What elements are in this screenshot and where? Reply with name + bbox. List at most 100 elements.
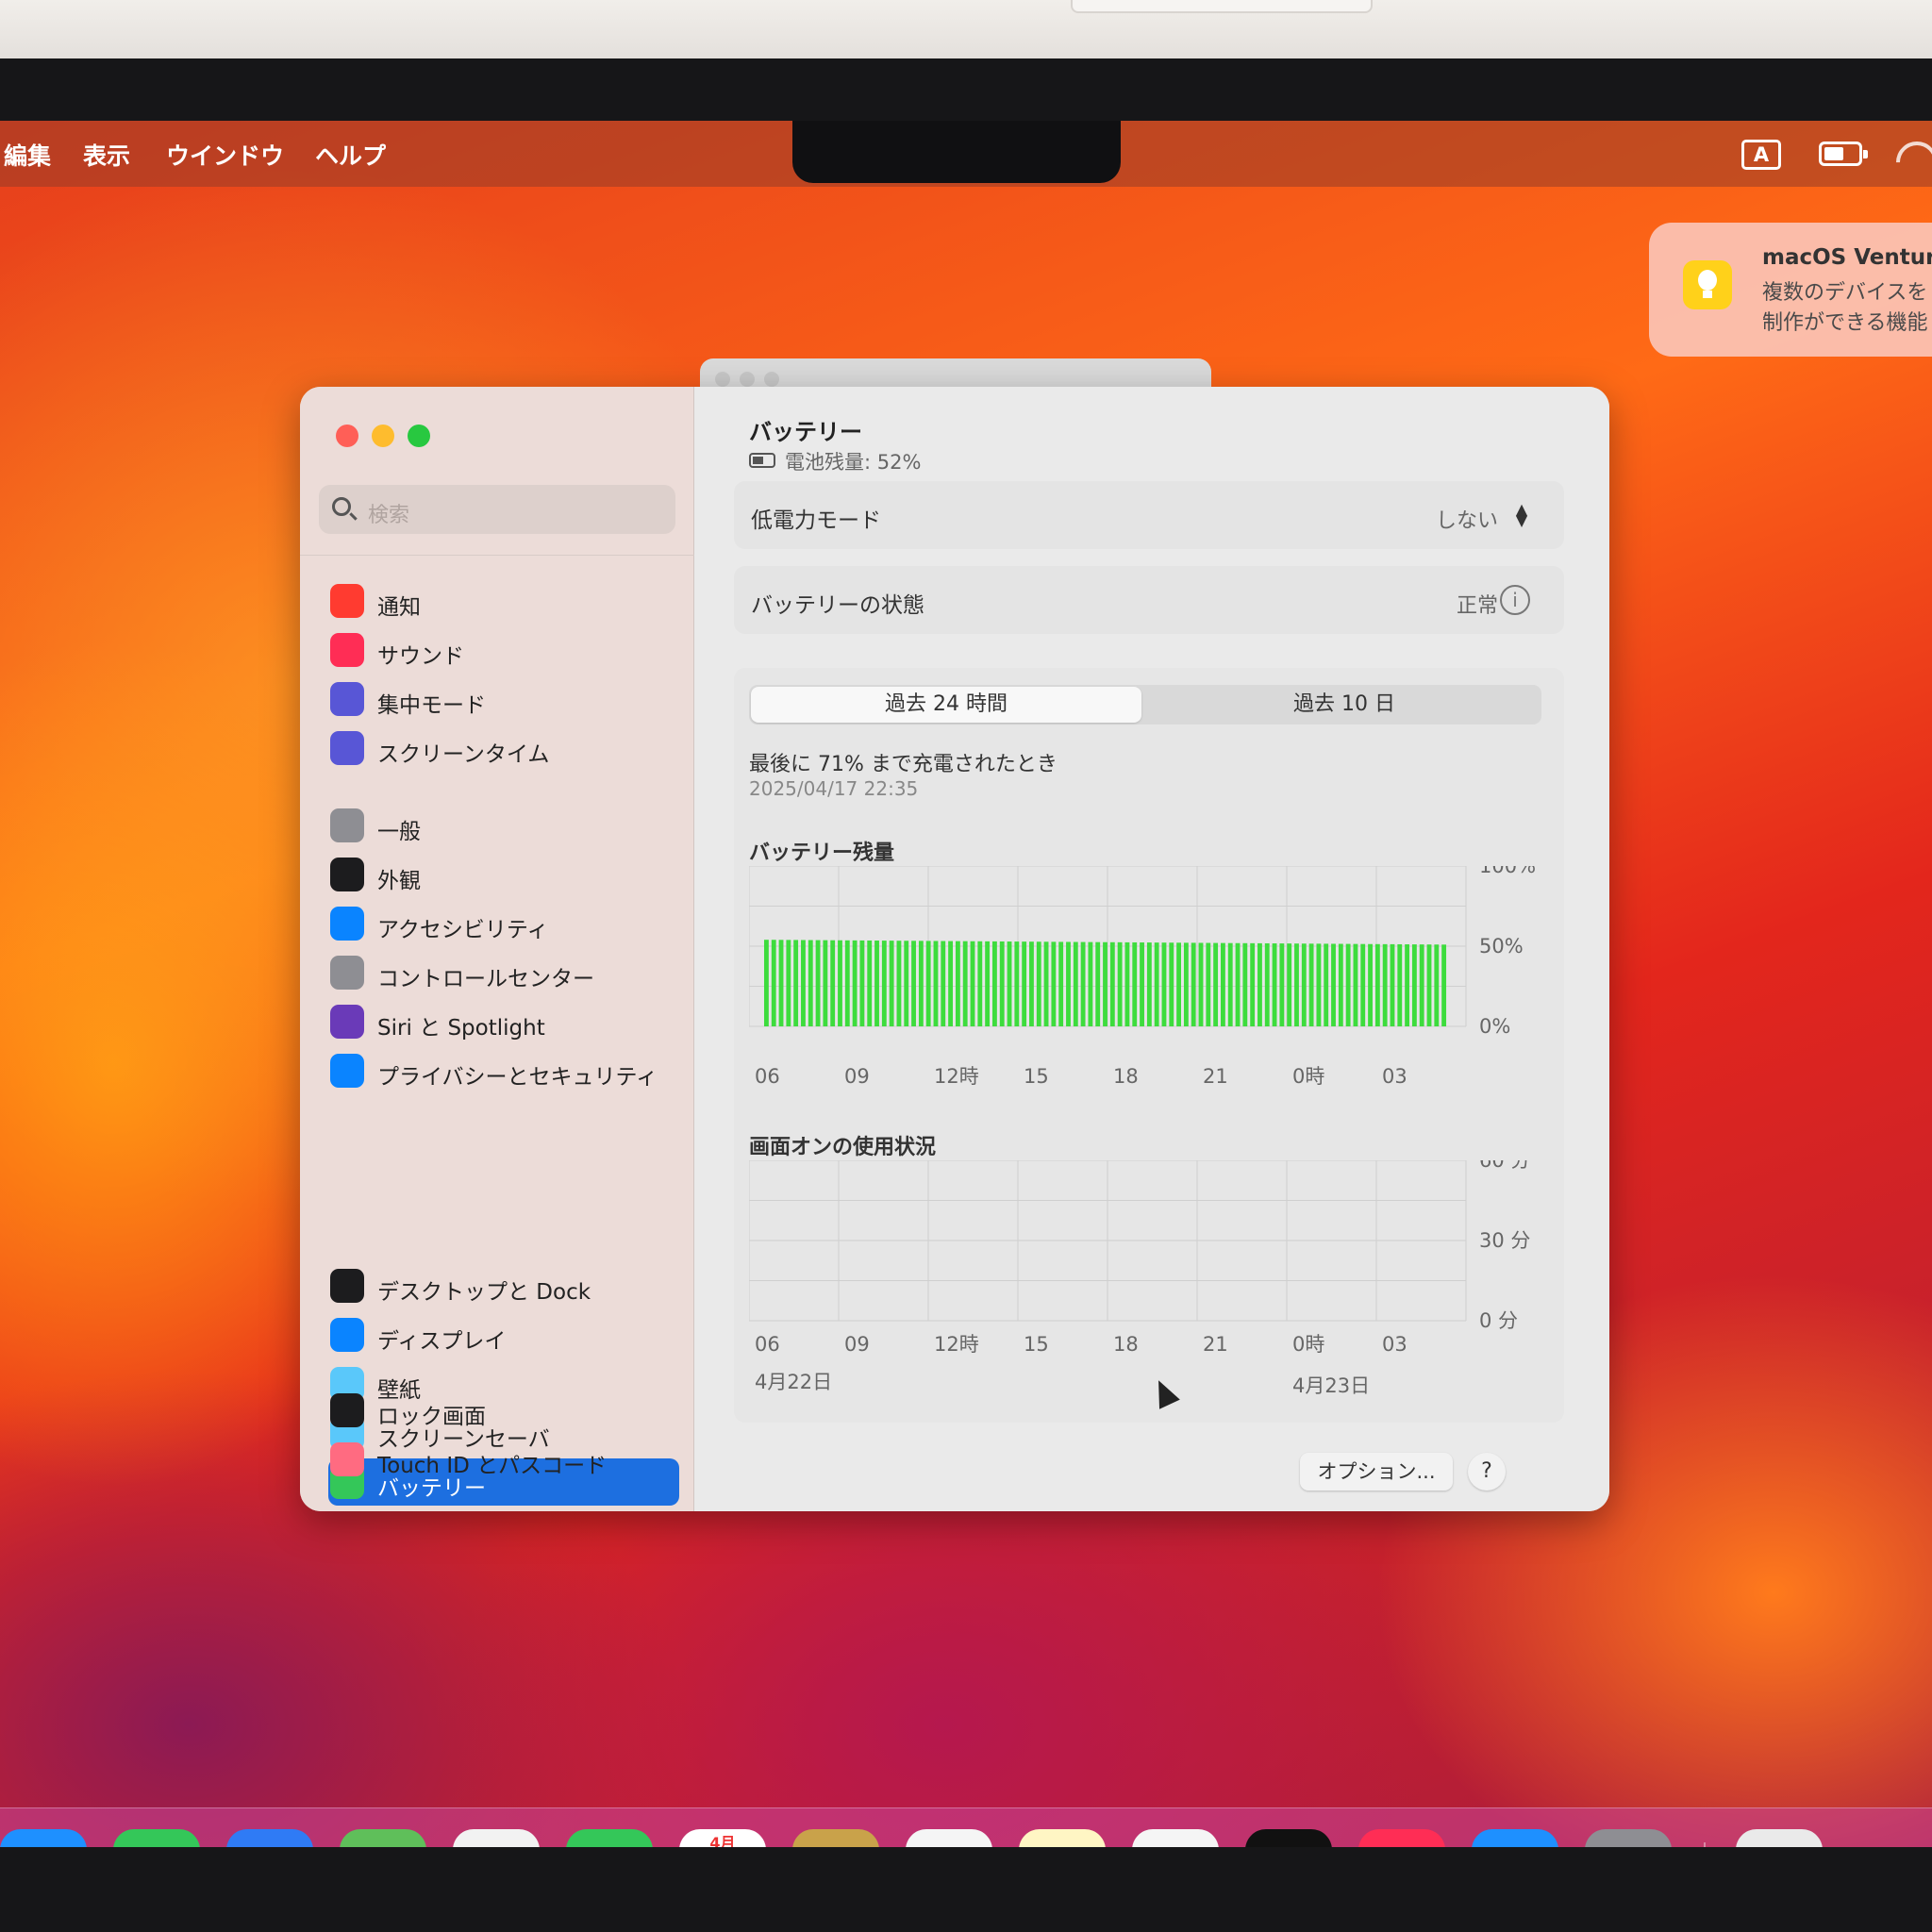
- battery-level-icon: [749, 453, 775, 468]
- menu-help[interactable]: ヘルプ: [315, 138, 386, 172]
- lock-icon: [330, 1393, 364, 1427]
- info-icon[interactable]: i: [1500, 585, 1530, 615]
- battery-bar: [911, 941, 916, 1026]
- search-field[interactable]: 検索: [319, 485, 675, 534]
- battery-bar: [844, 940, 850, 1026]
- chevron-updown-icon[interactable]: ▲ ▼: [1513, 502, 1530, 528]
- dock-icon: [330, 1269, 364, 1303]
- maps-icon[interactable]: ➤: [340, 1829, 426, 1847]
- app-store-icon[interactable]: A: [1472, 1829, 1558, 1847]
- battery-bar: [962, 941, 968, 1026]
- accessibility-icon: [330, 907, 364, 941]
- menu-view[interactable]: 表示: [83, 138, 130, 172]
- battery-bar: [1316, 943, 1322, 1026]
- battery-bar: [1183, 942, 1189, 1026]
- battery-bar: [771, 940, 776, 1026]
- sidebar-item[interactable]: アクセシビリティ: [328, 900, 679, 947]
- battery-bar: [1301, 943, 1307, 1026]
- battery-status-icon[interactable]: [1819, 142, 1868, 166]
- messages-icon[interactable]: 💬: [113, 1829, 200, 1847]
- battery-bar: [955, 941, 960, 1026]
- battery-bar: [764, 940, 769, 1026]
- low-power-mode-select[interactable]: しない: [1436, 504, 1498, 534]
- close-button[interactable]: [336, 425, 358, 447]
- system-settings-window: 検索 通知サウンド 集中モード スクリーンタイム 一般 外観 アクセシビリティ コントロール…: [300, 387, 1609, 1511]
- battery-bar: [1198, 942, 1204, 1026]
- battery-bar: [1109, 941, 1115, 1026]
- battery-bar: [808, 940, 813, 1026]
- battery-bar: [1043, 941, 1049, 1026]
- calendar-icon[interactable]: 4月23: [679, 1829, 766, 1847]
- battery-bar: [838, 940, 842, 1026]
- mail-icon[interactable]: ✉: [226, 1829, 313, 1847]
- battery-bar: [1103, 941, 1108, 1026]
- battery-bar: [1374, 943, 1380, 1026]
- battery-bar: [1051, 941, 1057, 1026]
- options-button[interactable]: オプション...: [1300, 1453, 1453, 1491]
- menu-edit[interactable]: 編集: [4, 138, 51, 172]
- battery-bar: [1146, 942, 1152, 1026]
- x-tick-label: 21: [1203, 1333, 1228, 1356]
- dock-separator: [1704, 1842, 1706, 1847]
- photos-icon[interactable]: ✿: [453, 1829, 540, 1847]
- battery-bar: [1080, 941, 1086, 1026]
- facetime-icon[interactable]: ▶: [566, 1829, 653, 1847]
- battery-bar: [874, 941, 879, 1026]
- battery-bar: [778, 940, 784, 1026]
- safari-icon[interactable]: ⊕: [0, 1829, 87, 1847]
- utility-app-icon[interactable]: ⚖: [1736, 1829, 1823, 1847]
- sidebar-item[interactable]: 通知: [328, 577, 679, 625]
- sidebar-item[interactable]: Siri と Spotlight: [328, 998, 679, 1045]
- input-method-icon[interactable]: A: [1741, 140, 1781, 170]
- notes-icon[interactable]: ≡: [1019, 1829, 1106, 1847]
- x-tick-label: 18: [1113, 1065, 1139, 1088]
- sidebar-item[interactable]: Touch ID とパスコード: [328, 1436, 679, 1483]
- battery-bar: [1360, 943, 1366, 1026]
- x-tick-label: 21: [1203, 1065, 1228, 1088]
- lightbulb-icon: [1683, 260, 1732, 309]
- search-input[interactable]: 検索: [368, 498, 409, 528]
- sidebar-item[interactable]: 外観: [328, 851, 679, 898]
- battery-bar: [925, 941, 931, 1026]
- battery-health-row: バッテリーの状態 正常 i: [734, 566, 1564, 634]
- battery-bar: [977, 941, 983, 1026]
- zoom-button[interactable]: [408, 425, 430, 447]
- battery-health-label: バッテリーの状態: [751, 593, 924, 618]
- wifi-icon[interactable]: [1887, 132, 1932, 192]
- x-tick-label: 12時: [934, 1065, 979, 1088]
- sidebar-item[interactable]: 集中モード: [328, 675, 679, 723]
- battery-bar: [1235, 942, 1241, 1026]
- battery-level-text: 電池残量: 52%: [785, 451, 922, 474]
- music-icon[interactable]: ♫: [1358, 1829, 1445, 1847]
- battery-bar: [1441, 944, 1447, 1026]
- help-button[interactable]: ?: [1468, 1453, 1506, 1491]
- reminders-icon[interactable]: ☰: [906, 1829, 992, 1847]
- last-charged-date: 2025/04/17 22:35: [749, 777, 919, 800]
- sidebar-item[interactable]: ロック画面: [328, 1387, 679, 1434]
- system-settings-icon[interactable]: ⚙: [1585, 1829, 1672, 1847]
- tab-last-10-days[interactable]: 過去 10 日: [1149, 687, 1540, 723]
- sidebar-item[interactable]: 一般: [328, 802, 679, 849]
- battery-bar: [1287, 943, 1292, 1026]
- apple-tv-icon[interactable]: tv: [1245, 1829, 1332, 1847]
- sidebar-item[interactable]: スクリーンタイム: [328, 724, 679, 772]
- contacts-icon[interactable]: ☺: [792, 1829, 879, 1847]
- battery-level-chart: 06 09 12時 15 18 21 0時 03 100% 50% 0%: [749, 866, 1536, 1088]
- sidebar-item[interactable]: デスクトップと Dock: [328, 1262, 679, 1309]
- appearance-icon: [330, 858, 364, 891]
- sidebar-item[interactable]: コントロールセンター: [328, 949, 679, 996]
- battery-bar: [1221, 942, 1225, 1026]
- tab-last-24-hours[interactable]: 過去 24 時間: [751, 687, 1141, 723]
- sidebar-item[interactable]: ディスプレイ: [328, 1311, 679, 1358]
- sidebar-item[interactable]: サウンド: [328, 626, 679, 674]
- control-center-icon: [330, 956, 364, 990]
- notification-banner[interactable]: macOS Ventur 複数のデバイスを 制作ができる機能: [1649, 223, 1932, 357]
- sidebar-item[interactable]: プライバシーとセキュリティ: [328, 1047, 679, 1094]
- battery-bar: [1257, 942, 1262, 1026]
- sidebar-item-label: 通知: [377, 595, 421, 620]
- battery-bar: [867, 940, 873, 1026]
- freeform-icon[interactable]: ∿: [1132, 1829, 1219, 1847]
- menu-window[interactable]: ウインドウ: [166, 138, 284, 172]
- minimize-button[interactable]: [372, 425, 394, 447]
- sidebar-item-label: ロック画面: [377, 1405, 486, 1429]
